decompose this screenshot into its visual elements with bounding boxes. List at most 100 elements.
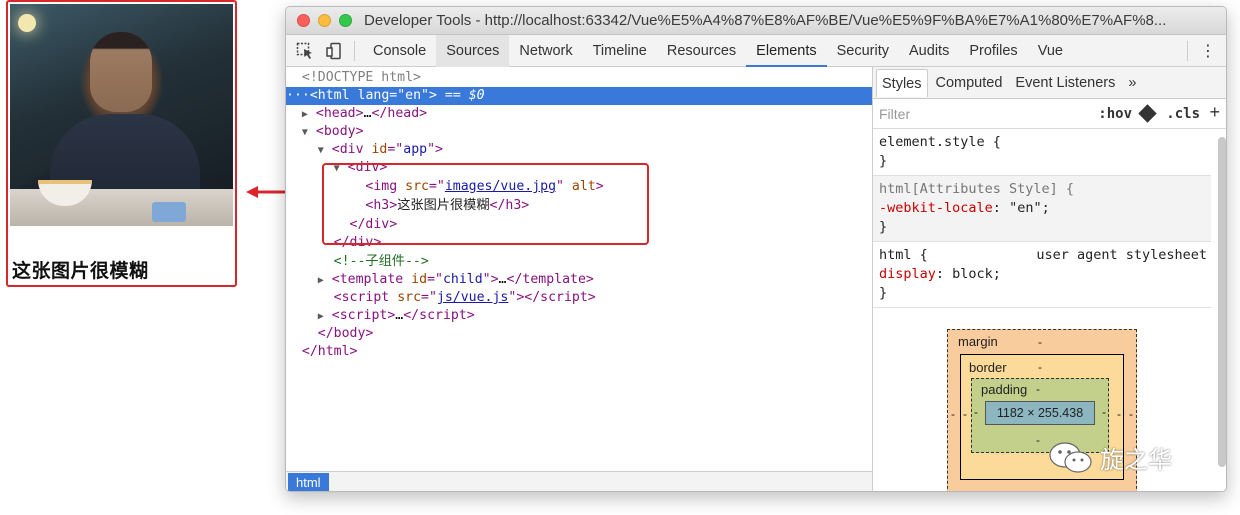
border-label: border xyxy=(969,360,1007,375)
body-tag-name: body xyxy=(323,124,356,139)
display-value: block; xyxy=(952,266,1001,282)
tab-network[interactable]: Network xyxy=(509,35,582,67)
highlight-box xyxy=(322,163,649,245)
tab-console[interactable]: Console xyxy=(363,35,436,67)
padding-top-value: - xyxy=(1036,382,1040,396)
tab-elements[interactable]: Elements xyxy=(746,35,827,67)
wechat-watermark: 旋之华 xyxy=(1048,440,1172,475)
div-app-id-attr: id xyxy=(371,142,388,157)
styles-scrollbar[interactable] xyxy=(1218,137,1226,467)
tree-line-comment[interactable]: <!--子组件--> xyxy=(286,253,872,271)
more-tabs-icon[interactable]: » xyxy=(1123,69,1141,97)
attributes-style-selector: html[Attributes Style] { xyxy=(879,181,1075,197)
border-top-value: - xyxy=(1038,360,1042,374)
minimize-window-button[interactable] xyxy=(318,14,331,27)
rendered-preview-card: 这张图片很模糊 xyxy=(6,0,237,287)
tree-line-template[interactable]: ▶ <template id="child">…</template> xyxy=(286,271,872,289)
rule-attributes-style[interactable]: html[Attributes Style] { -webkit-locale:… xyxy=(873,176,1211,242)
template-id-value: child xyxy=(442,272,483,287)
color-format-icon[interactable] xyxy=(1138,104,1157,123)
device-mode-icon[interactable] xyxy=(324,40,346,62)
script-tag-name: script xyxy=(341,290,390,305)
styles-filter-input[interactable]: Filter xyxy=(879,106,910,122)
padding-label: padding xyxy=(981,382,1028,397)
class-toggle[interactable]: .cls xyxy=(1166,106,1200,122)
wechat-logo-icon xyxy=(1049,441,1092,473)
tree-line-html-selected[interactable]: ···<html lang="en"> == $0 xyxy=(286,87,872,105)
body-close-tag-name: body xyxy=(333,326,366,341)
element-style-selector: element.style { xyxy=(879,134,1001,150)
photo-person-head xyxy=(90,32,152,112)
margin-right-value: - xyxy=(1129,407,1133,421)
script-src-link[interactable]: js/vue.js xyxy=(437,290,508,305)
margin-bottom-value: - xyxy=(1038,488,1042,491)
preview-heading: 这张图片很模糊 xyxy=(12,260,149,282)
script2-tag-name: script xyxy=(339,308,388,323)
script-close-tag-name: script xyxy=(540,290,588,305)
tree-line-script-src[interactable]: <script src="js/vue.js"></script> xyxy=(286,289,872,307)
tree-line-div-app[interactable]: ▼ <div id="app"> xyxy=(286,141,872,159)
more-menu-icon[interactable]: ⋮ xyxy=(1200,41,1216,61)
vue-photo xyxy=(10,4,233,226)
display-prop: display xyxy=(879,266,936,282)
photo-phone xyxy=(152,202,186,222)
border-right-value: - xyxy=(1117,407,1121,421)
html-tag-name: html xyxy=(317,88,350,103)
devtools-window: Developer Tools - http://localhost:63342… xyxy=(285,6,1227,492)
div-app-tag-name: div xyxy=(339,142,364,157)
div-app-id-value: app xyxy=(403,142,428,157)
html-lang-attr: lang xyxy=(357,88,390,103)
tab-sources[interactable]: Sources xyxy=(436,34,510,67)
template-close-tag-name: template xyxy=(522,272,586,287)
tree-line-html-close[interactable]: </html> xyxy=(286,343,872,361)
tab-computed[interactable]: Computed xyxy=(931,69,1008,97)
close-window-button[interactable] xyxy=(297,14,310,27)
doctype-node: <!DOCTYPE html> xyxy=(301,70,421,85)
tree-line-head[interactable]: ▶ <head>…</head> xyxy=(286,105,872,123)
new-rule-button[interactable]: + xyxy=(1209,102,1220,123)
head-tag-name: head xyxy=(323,106,356,121)
selected-node-marker: == $0 xyxy=(444,88,485,103)
ua-stylesheet-label: user agent stylesheet xyxy=(1036,247,1207,263)
margin-left-value: - xyxy=(951,407,955,421)
border-left-value: - xyxy=(963,407,967,421)
inspect-element-icon[interactable] xyxy=(294,40,316,62)
tree-line-script-inline[interactable]: ▶ <script>…</script> xyxy=(286,307,872,325)
elements-breadcrumb: html xyxy=(286,471,872,491)
html-rule-close: } xyxy=(879,285,888,301)
padding-bottom-value: - xyxy=(1036,433,1040,447)
webkit-locale-prop: -webkit-locale xyxy=(879,200,993,216)
tab-timeline[interactable]: Timeline xyxy=(583,35,657,67)
tree-line-doctype[interactable]: <!DOCTYPE html> xyxy=(286,69,872,87)
margin-label: margin xyxy=(958,334,998,349)
attributes-style-close: } xyxy=(879,219,888,235)
tab-resources[interactable]: Resources xyxy=(657,35,746,67)
box-model-content-size[interactable]: 1182 × 255.438 xyxy=(985,401,1095,425)
tab-event-listeners[interactable]: Event Listeners xyxy=(1010,69,1120,97)
rule-element-style[interactable]: element.style { } xyxy=(873,129,1211,176)
html-lang-value: en xyxy=(405,88,422,103)
tree-line-body[interactable]: ▼ <body> xyxy=(286,123,872,141)
rule-html-ua[interactable]: html { user agent stylesheet display: bl… xyxy=(873,242,1211,308)
tab-profiles[interactable]: Profiles xyxy=(959,35,1027,67)
tree-line-body-close[interactable]: </body> xyxy=(286,325,872,343)
tab-vue[interactable]: Vue xyxy=(1028,35,1073,67)
hover-state-toggle[interactable]: :hov xyxy=(1098,106,1132,122)
styles-tabbar: Styles Computed Event Listeners » xyxy=(873,67,1226,99)
script2-close-tag-name: script xyxy=(419,308,467,323)
html-close-tag-name: html xyxy=(317,344,350,359)
toolbar-divider xyxy=(354,40,355,61)
comment-node: <!--子组件--> xyxy=(333,254,429,269)
photo-lamp xyxy=(18,14,36,32)
head-close-tag-name: head xyxy=(387,106,420,121)
styles-filter-bar: Filter :hov .cls + xyxy=(873,99,1226,129)
template-tag-name: template xyxy=(339,272,404,287)
breadcrumb-html[interactable]: html xyxy=(288,473,329,491)
tab-security[interactable]: Security xyxy=(827,35,899,67)
window-title: Developer Tools - http://localhost:63342… xyxy=(364,12,1167,29)
tab-styles[interactable]: Styles xyxy=(876,68,928,97)
tab-audits[interactable]: Audits xyxy=(899,35,959,67)
webkit-locale-value: "en"; xyxy=(1009,200,1050,216)
zoom-window-button[interactable] xyxy=(339,14,352,27)
window-titlebar: Developer Tools - http://localhost:63342… xyxy=(286,7,1226,35)
